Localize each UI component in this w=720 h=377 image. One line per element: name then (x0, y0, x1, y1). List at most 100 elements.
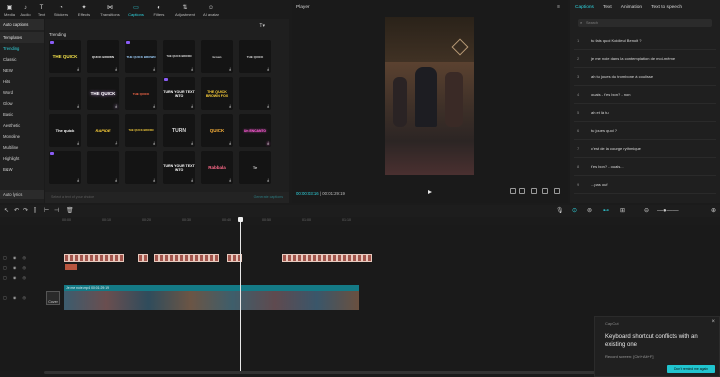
menu-icon[interactable]: ≡ (557, 4, 560, 10)
caption-clip[interactable] (94, 254, 99, 262)
tool-ai-avatar[interactable]: ☺ AI avatar (200, 0, 222, 17)
caption-clip[interactable] (79, 254, 84, 262)
tool-media[interactable]: ▣ Media (2, 0, 17, 17)
main-track-magnet-icon[interactable]: ⊙ (572, 208, 577, 214)
template-tile[interactable]: ⤓ (125, 151, 157, 184)
timeline-scrollbar[interactable] (44, 371, 644, 374)
caption-clip[interactable] (114, 254, 119, 262)
caption-row[interactable]: 5 ah et là tu (574, 104, 716, 122)
tool-stickers[interactable]: ◔ Stickers (50, 0, 72, 17)
zoom-slider[interactable]: —●—— (657, 208, 679, 214)
tool-audio[interactable]: ♪ Audio (18, 0, 33, 17)
generate-captions-link[interactable]: Generate captions (254, 192, 283, 203)
caption-clip[interactable] (199, 254, 204, 262)
template-tile[interactable]: Rabbala ⤓ (201, 151, 233, 184)
caption-clip[interactable] (347, 254, 352, 262)
caption-clip[interactable] (109, 254, 114, 262)
filter-icon[interactable]: T▾ (259, 23, 265, 29)
template-tile[interactable]: ⤓ (49, 151, 81, 184)
track-lock-icon[interactable]: ▢ (3, 255, 7, 260)
tab-animation[interactable]: Animation (621, 0, 642, 16)
caption-clip[interactable] (312, 254, 317, 262)
template-tile[interactable]: THE QUICK ⤓ (239, 40, 271, 73)
caption-row[interactable]: 9 ...pas ouf (574, 176, 716, 194)
text-clip[interactable] (65, 264, 77, 270)
template-tile[interactable]: TURN YOUR TEXT INTO ⤓ (163, 151, 195, 184)
caption-clip[interactable] (104, 254, 109, 262)
template-tile[interactable]: The quick ⤓ (49, 114, 81, 147)
caption-row[interactable]: 6 tu joues quoi ? (574, 122, 716, 140)
tool-transitions[interactable]: ⋈ Transitions (96, 0, 124, 17)
template-tile[interactable]: TURN ⤓ (163, 114, 195, 147)
track-lock-icon[interactable]: ▢ (3, 265, 7, 270)
caption-clip[interactable] (174, 254, 179, 262)
ratio-icon[interactable] (519, 188, 525, 194)
play-icon[interactable] (428, 190, 432, 194)
caption-clip[interactable] (287, 254, 292, 262)
caption-clip[interactable] (367, 254, 372, 262)
caption-clip[interactable] (282, 254, 287, 262)
caption-clip[interactable] (119, 254, 124, 262)
zoom-fit-icon[interactable] (531, 188, 537, 194)
template-tile[interactable]: Un ENCANTO ⤓ (239, 114, 271, 147)
caption-clip[interactable] (322, 254, 327, 262)
caption-clip[interactable] (189, 254, 194, 262)
category-highlight[interactable]: Highlight (0, 153, 44, 164)
caption-row[interactable]: 4 ouais - t'es bon? - non (574, 86, 716, 104)
caption-clip[interactable] (159, 254, 164, 262)
track-lock-icon[interactable]: ▢ (3, 295, 7, 300)
tool-adjustment[interactable]: ⇅ Adjustment (171, 0, 199, 17)
caption-clip[interactable] (227, 254, 232, 262)
template-tile[interactable]: THE QUICK BROWN ⤓ (125, 40, 157, 73)
template-tile[interactable]: QUICK BROWN ⤓ (87, 40, 119, 73)
template-tile[interactable]: THE QUICK ⤓ (87, 77, 119, 110)
caption-clip[interactable] (99, 254, 104, 262)
redo-icon[interactable]: ↷ (23, 208, 28, 214)
caption-clip[interactable] (352, 254, 357, 262)
template-tile[interactable]: brown ⤓ (201, 40, 233, 73)
category-multiline[interactable]: Multiline (0, 142, 44, 153)
track-visibility-icon[interactable]: ◉ (13, 265, 17, 270)
cover-thumbnail[interactable]: Cover (46, 291, 60, 305)
split-left-icon[interactable]: ⊢ (44, 208, 49, 214)
tab-text[interactable]: Text (603, 0, 612, 16)
template-tile[interactable]: QUICK ⤓ (201, 114, 233, 147)
dont-remind-button[interactable]: Don't remind me again (667, 365, 715, 373)
template-tile[interactable]: ⤓ (87, 151, 119, 184)
caption-row[interactable]: 3 ah tu joues du trombone à coulisse (574, 68, 716, 86)
caption-clip[interactable] (302, 254, 307, 262)
tool-filters[interactable]: ◐ Filters (148, 0, 170, 17)
zoom-out-icon[interactable]: ⊖ (644, 208, 649, 214)
caption-clip[interactable] (307, 254, 312, 262)
split-right-icon[interactable]: ⊣ (54, 208, 59, 214)
caption-clip[interactable] (232, 254, 237, 262)
caption-clip[interactable] (154, 254, 159, 262)
video-preview[interactable] (385, 17, 474, 175)
caption-clip[interactable] (337, 254, 342, 262)
tool-text[interactable]: T Text (34, 0, 49, 17)
video-clip[interactable]: Je me noie.mp4 00:01:29:19 (64, 285, 359, 310)
caption-clip[interactable] (143, 254, 148, 262)
undo-icon[interactable]: ↶ (14, 208, 19, 214)
category-glow[interactable]: Glow (0, 98, 44, 109)
template-tile[interactable]: ⤓ (239, 77, 271, 110)
caption-row[interactable]: 7 c'est de la courge rythmique (574, 140, 716, 158)
caption-clip[interactable] (164, 254, 169, 262)
category-aesthetic[interactable]: Aesthetic (0, 120, 44, 131)
preview-axis-icon[interactable]: ⊷ (603, 208, 609, 214)
close-icon[interactable]: × (711, 319, 715, 325)
caption-clip[interactable] (69, 254, 74, 262)
templates-item[interactable]: Templates (0, 32, 44, 43)
fullscreen-icon[interactable] (554, 188, 560, 194)
template-tile[interactable]: THE QUICK ⤓ (49, 40, 81, 73)
caption-clip[interactable] (332, 254, 337, 262)
track-audio-icon[interactable]: ◎ (23, 265, 27, 270)
template-tile[interactable]: ⤓ (49, 77, 81, 110)
caption-clip[interactable] (214, 254, 219, 262)
delete-icon[interactable]: 🗑 (66, 208, 74, 214)
tool-captions[interactable]: ▭ Captions (125, 0, 147, 17)
category-new[interactable]: NEW (0, 65, 44, 76)
caption-row[interactable]: 8 t'es bon? - ouais... (574, 158, 716, 176)
auto-captions-item[interactable]: Auto captions (0, 19, 44, 30)
tab-text-to-speech[interactable]: Text to speech (651, 0, 682, 16)
